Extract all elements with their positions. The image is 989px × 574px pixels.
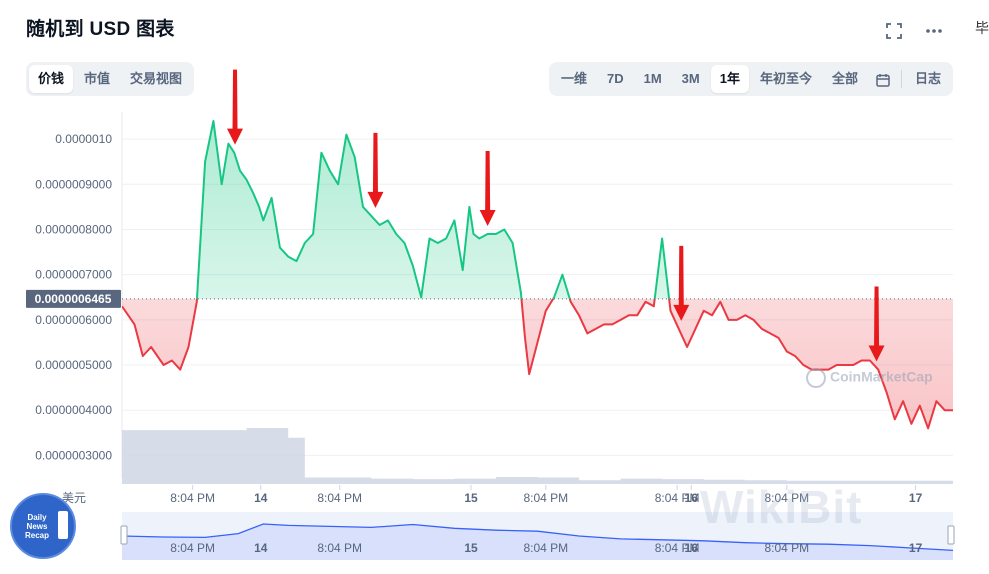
- badge-line-3: Recap: [24, 530, 49, 540]
- navigator-tick-label: 15: [464, 541, 478, 555]
- navigator-tick-label: 14: [254, 541, 268, 555]
- y-tick-label: 0.0000006000: [35, 313, 112, 327]
- navigator-tick-label: 16: [685, 541, 699, 555]
- navigator-handle: [947, 525, 955, 545]
- y-tick-label: 0.0000010: [55, 132, 112, 146]
- x-tick-label: 8:04 PM: [317, 491, 362, 505]
- navigator-tick-label: 17: [909, 541, 923, 555]
- x-tick-label: 8:04 PM: [170, 491, 215, 505]
- navigator-tick-label: 8:04 PM: [317, 541, 362, 555]
- down-arrow-annotation: [479, 151, 496, 226]
- film-icon: [58, 511, 68, 539]
- y-tick-label: 0.0000005000: [35, 358, 112, 372]
- down-arrow-annotation: [227, 69, 244, 145]
- navigator-tick-label: 8:04 PM: [764, 541, 809, 555]
- y-tick-label: 0.0000007000: [35, 268, 112, 282]
- current-price-label: 0.0000006465: [35, 292, 112, 306]
- y-tick-label: 0.0000009000: [35, 177, 112, 191]
- x-tick-label: 14: [254, 491, 268, 505]
- x-tick-label: 15: [464, 491, 478, 505]
- navigator-tick-label: 8:04 PM: [523, 541, 568, 555]
- badge-line-2: News: [26, 521, 48, 531]
- x-tick-label: 17: [909, 491, 923, 505]
- y-tick-label: 0.0000004000: [35, 403, 112, 417]
- coinmarketcap-watermark: CoinMarketCap: [806, 368, 933, 388]
- daily-news-recap-logo: Daily News Recap: [10, 493, 76, 559]
- wikibit-watermark: WikiBit: [700, 481, 863, 533]
- down-arrow-annotation: [367, 132, 384, 208]
- y-tick-label: 0.0000008000: [35, 222, 112, 236]
- volume-area: [122, 428, 953, 484]
- navigator-tick-label: 8:04 PM: [170, 541, 215, 555]
- x-tick-label: 8:04 PM: [523, 491, 568, 505]
- down-arrow-annotation: [673, 245, 690, 321]
- x-tick-label: 16: [685, 491, 699, 505]
- y-tick-label: 0.0000003000: [35, 448, 112, 462]
- navigator-handle: [120, 525, 128, 545]
- badge-line-1: Daily: [27, 512, 47, 522]
